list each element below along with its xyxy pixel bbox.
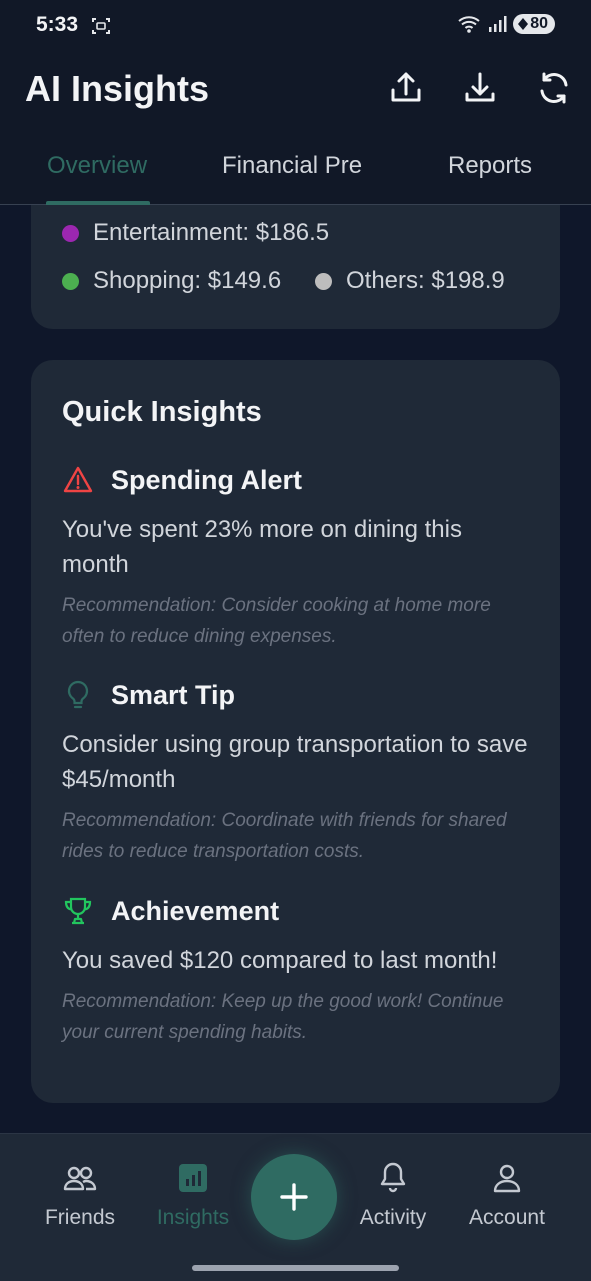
insight-message: Consider using group transportation to s… bbox=[62, 731, 528, 793]
page-title: AI Insights bbox=[25, 68, 210, 109]
tab-bar: Overview Financial Pre Reports bbox=[0, 138, 591, 205]
plus-icon bbox=[280, 1183, 308, 1211]
legend-item-shopping: Shopping: $149.6 bbox=[62, 267, 281, 295]
insight-recommendation: Recommendation: Coordinate with friends … bbox=[62, 810, 507, 862]
battery-saver-icon bbox=[518, 18, 529, 30]
tab-financial-predictions[interactable]: Financial Pre bbox=[222, 152, 368, 180]
insight-message: You've spent 23% more on dining this mon… bbox=[62, 516, 462, 578]
nav-activity[interactable]: Activity bbox=[343, 1160, 443, 1230]
tab-overview[interactable]: Overview bbox=[47, 152, 147, 180]
legend-dot bbox=[315, 272, 332, 290]
app-bar: AI Insights bbox=[0, 52, 591, 128]
bell-icon bbox=[380, 1162, 406, 1193]
status-time: 5:33 bbox=[36, 13, 79, 36]
status-icons: 80 bbox=[457, 14, 555, 34]
refresh-icon[interactable] bbox=[536, 70, 572, 106]
battery-badge: 80 bbox=[513, 14, 555, 34]
insight-title: Smart Tip bbox=[111, 679, 236, 710]
lightbulb-icon bbox=[67, 680, 89, 709]
insight-message: You saved $120 compared to last month! bbox=[62, 947, 498, 974]
insight-title: Spending Alert bbox=[111, 464, 303, 495]
insight-title: Achievement bbox=[111, 895, 280, 926]
friends-icon bbox=[63, 1166, 97, 1191]
nav-label: Insights bbox=[156, 1206, 230, 1229]
screenshot-icon bbox=[92, 18, 110, 34]
insight-spending-alert: Spending Alert You've spent 23% more on … bbox=[62, 462, 532, 652]
home-indicator[interactable] bbox=[192, 1265, 399, 1271]
insight-smart-tip: Smart Tip Consider using group transport… bbox=[62, 677, 532, 867]
legend-label: Entertainment: $186.5 bbox=[93, 219, 330, 246]
warning-icon bbox=[63, 466, 93, 493]
quick-insights-card: Quick Insights Spending Alert You've spe… bbox=[31, 360, 560, 1103]
wifi-icon bbox=[458, 16, 480, 33]
download-icon[interactable] bbox=[462, 70, 498, 106]
legend-item-entertainment: Entertainment: $186.5 bbox=[62, 219, 329, 247]
category-legend-card: Entertainment: $186.5 Shopping: $149.6 O… bbox=[31, 205, 560, 329]
account-icon bbox=[493, 1164, 521, 1193]
legend-dot bbox=[62, 272, 79, 290]
nav-label: Activity bbox=[359, 1206, 427, 1229]
insight-recommendation: Recommendation: Keep up the good work! C… bbox=[62, 991, 504, 1043]
add-button[interactable] bbox=[251, 1154, 337, 1240]
legend-dot bbox=[62, 224, 79, 242]
legend-label: Others: $198.9 bbox=[346, 267, 505, 294]
legend-label: Shopping: $149.6 bbox=[93, 267, 282, 294]
nav-friends[interactable]: Friends bbox=[30, 1160, 130, 1230]
content-scroll[interactable]: Entertainment: $186.5 Shopping: $149.6 O… bbox=[0, 205, 591, 1133]
legend-item-others: Others: $198.9 bbox=[315, 267, 505, 295]
battery-level: 80 bbox=[530, 15, 548, 32]
nav-label: Account bbox=[469, 1206, 545, 1229]
tab-reports[interactable]: Reports bbox=[448, 152, 532, 180]
quick-insights-title: Quick Insights bbox=[62, 396, 262, 428]
share-icon[interactable] bbox=[388, 70, 424, 106]
insight-achievement: Achievement You saved $120 compared to l… bbox=[62, 893, 532, 1048]
trophy-icon bbox=[64, 897, 92, 925]
nav-insights[interactable]: Insights bbox=[143, 1160, 243, 1230]
insights-icon bbox=[179, 1164, 207, 1192]
nav-account[interactable]: Account bbox=[457, 1160, 557, 1230]
bottom-nav: Friends Insights Activity Account bbox=[0, 1133, 591, 1281]
nav-label: Friends bbox=[44, 1206, 116, 1229]
signal-icon bbox=[489, 16, 507, 32]
insight-recommendation: Recommendation: Consider cooking at home… bbox=[62, 595, 491, 647]
status-bar: 5:33 80 bbox=[0, 0, 591, 52]
